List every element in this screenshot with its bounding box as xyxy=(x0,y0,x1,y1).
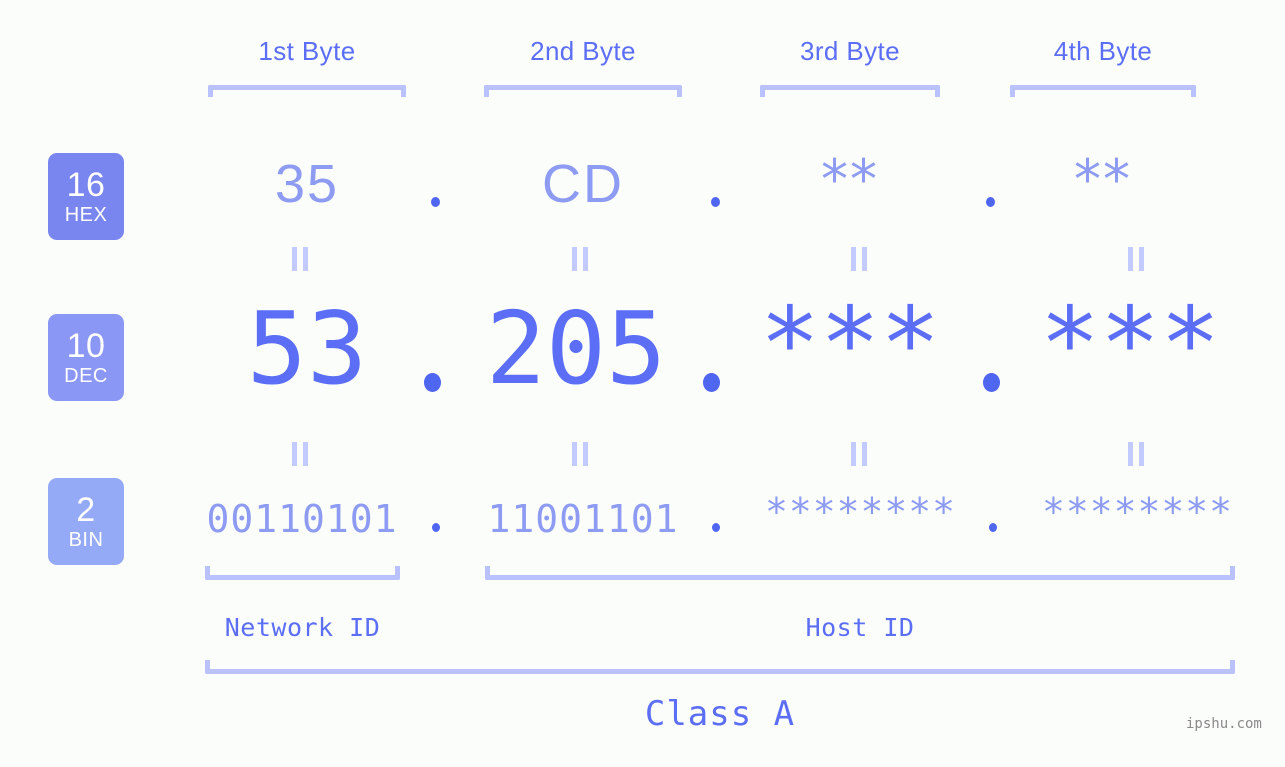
hex-octet-1: 35 xyxy=(274,154,340,214)
equals-mark-hex-dec-2 xyxy=(572,247,590,271)
hex-separator-dot-3 xyxy=(986,197,995,207)
bin-separator-dot-2 xyxy=(712,523,720,532)
host-id-bracket xyxy=(485,566,1235,580)
byte-bracket-4 xyxy=(1010,85,1196,97)
byte-bracket-1 xyxy=(208,85,406,97)
base-badge-dec-label: DEC xyxy=(64,365,108,387)
dec-octet-3: *** xyxy=(759,285,941,402)
base-badge-bin[interactable]: 2 BIN xyxy=(48,478,124,565)
equals-mark-hex-dec-1 xyxy=(292,247,310,271)
bin-octet-2: 11001101 xyxy=(487,497,679,541)
base-badge-dec-number: 10 xyxy=(66,327,106,365)
equals-mark-dec-bin-3 xyxy=(851,442,869,466)
network-id-label: Network ID xyxy=(224,613,381,642)
bin-separator-dot-3 xyxy=(989,523,997,532)
class-label: Class A xyxy=(644,694,796,734)
byte-header-3: 3rd Byte xyxy=(799,36,901,66)
hex-separator-dot-1 xyxy=(431,197,440,207)
byte-bracket-2 xyxy=(484,85,682,97)
site-watermark: ipshu.com xyxy=(1186,716,1262,732)
base-badge-dec[interactable]: 10 DEC xyxy=(48,314,124,401)
equals-mark-hex-dec-4 xyxy=(1128,247,1146,271)
dec-separator-dot-2 xyxy=(703,373,720,392)
byte-bracket-3 xyxy=(760,85,940,97)
equals-mark-dec-bin-1 xyxy=(292,442,310,466)
hex-separator-dot-2 xyxy=(711,197,720,207)
base-badge-hex-number: 16 xyxy=(66,166,106,204)
byte-header-2: 2nd Byte xyxy=(530,36,636,66)
class-bracket xyxy=(205,660,1235,674)
bin-octet-1: 00110101 xyxy=(206,497,398,541)
dec-octet-1: 53 xyxy=(246,290,368,407)
dec-octet-4: *** xyxy=(1039,285,1221,402)
base-badge-hex[interactable]: 16 HEX xyxy=(48,153,124,240)
dec-separator-dot-1 xyxy=(424,373,441,392)
network-id-bracket xyxy=(205,566,400,580)
base-badge-bin-number: 2 xyxy=(76,491,96,529)
base-badge-hex-label: HEX xyxy=(64,204,108,226)
equals-mark-dec-bin-4 xyxy=(1128,442,1146,466)
equals-mark-dec-bin-2 xyxy=(572,442,590,466)
byte-header-4: 4th Byte xyxy=(1053,36,1153,66)
dec-separator-dot-3 xyxy=(983,373,1000,392)
bin-separator-dot-1 xyxy=(432,523,440,532)
hex-octet-2: CD xyxy=(542,154,624,214)
bin-octet-3: ******** xyxy=(765,490,957,534)
hex-octet-4: ** xyxy=(1074,148,1132,211)
ip-address-breakdown-figure: 1st Byte 2nd Byte 3rd Byte 4th Byte 16 H… xyxy=(0,0,1285,767)
dec-octet-2: 205 xyxy=(485,290,667,407)
byte-header-1: 1st Byte xyxy=(258,36,356,66)
base-badge-bin-label: BIN xyxy=(68,529,104,551)
equals-mark-hex-dec-3 xyxy=(851,247,869,271)
hex-octet-3: ** xyxy=(821,148,879,211)
bin-octet-4: ******** xyxy=(1042,490,1234,534)
host-id-label: Host ID xyxy=(805,613,915,642)
